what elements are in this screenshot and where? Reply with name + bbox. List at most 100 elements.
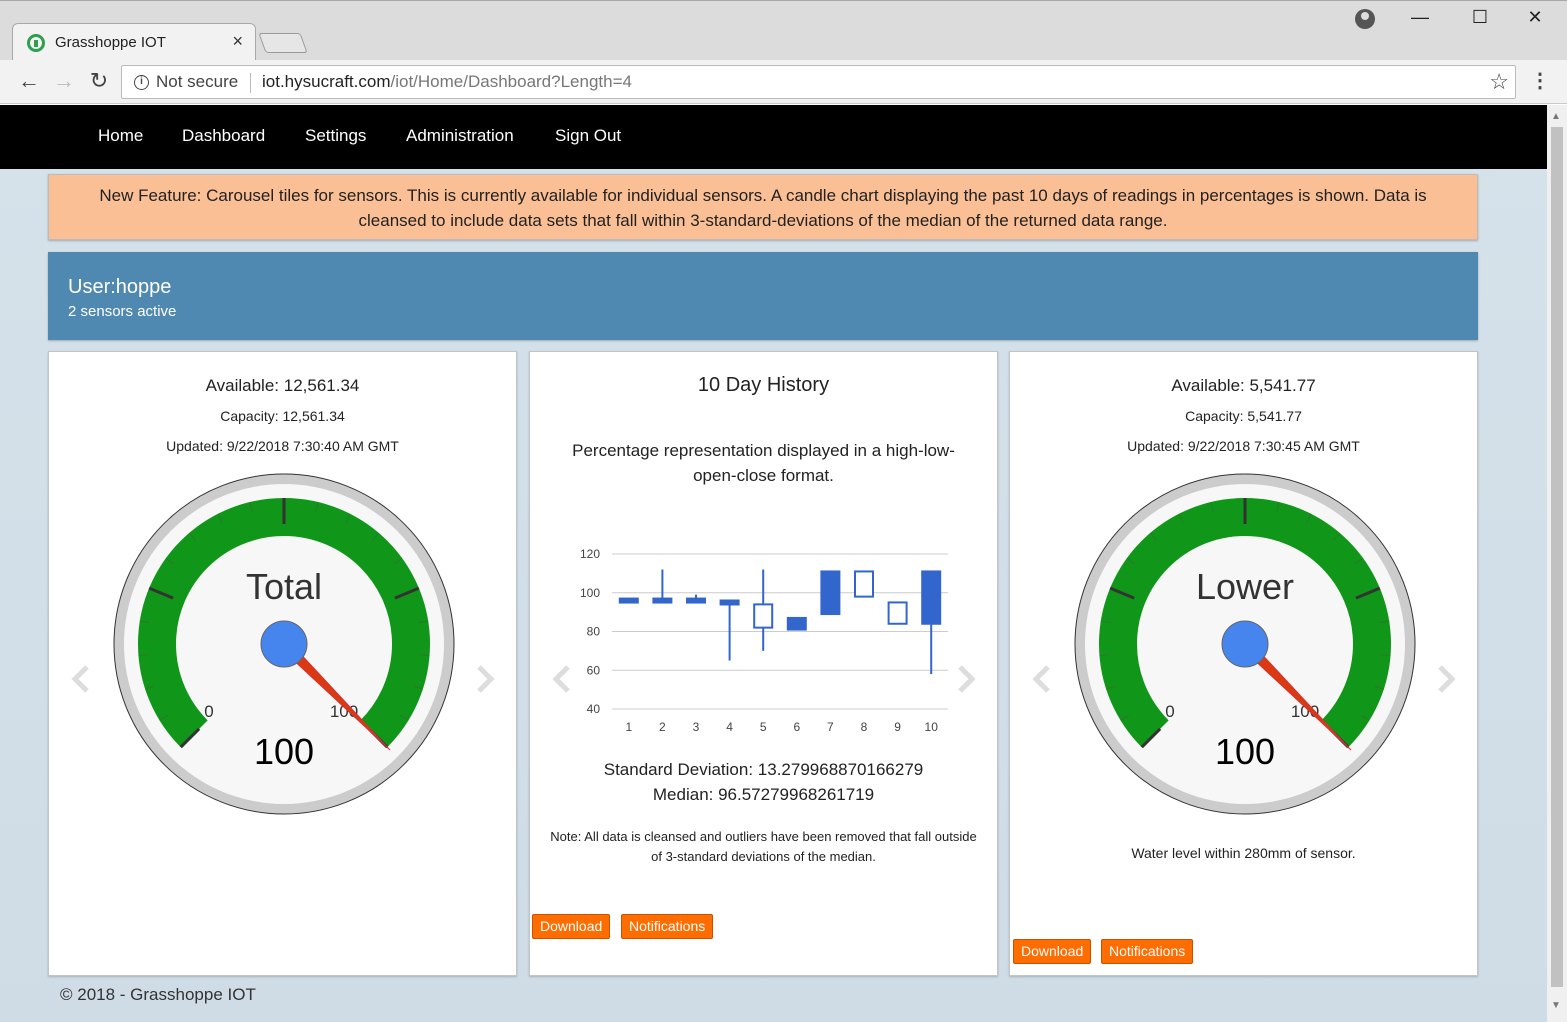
browser-menu-icon[interactable]: ⋮	[1530, 68, 1550, 93]
x-tick-label: 3	[693, 720, 700, 734]
sensor-panel-total: Available: 12,561.34 Capacity: 12,561.34…	[48, 351, 517, 976]
browser-titlebar: Grasshoppe IOT × — ☐ ✕	[0, 0, 1567, 61]
gauge-total: Total 0 100 100	[113, 473, 455, 815]
gauge-hub	[1221, 620, 1269, 668]
omnibox-divider	[250, 73, 251, 93]
y-tick-label: 40	[587, 702, 601, 716]
candle-body	[786, 616, 807, 631]
gauge-lower: Lower 0 100 100	[1074, 473, 1416, 815]
nav-home[interactable]: Home	[98, 126, 143, 146]
download-button[interactable]: Download	[532, 914, 611, 939]
footer-copyright: © 2018 - Grasshoppe IOT	[60, 985, 256, 1004]
forward-icon[interactable]: →	[51, 69, 77, 93]
tab-close-icon[interactable]: ×	[232, 31, 243, 52]
capacity-text: Capacity: 12,561.34	[220, 408, 345, 424]
updated-text: Updated: 9/22/2018 7:30:45 AM GMT	[1127, 438, 1360, 454]
page-content: Home Dashboard Settings Administration S…	[0, 105, 1547, 1022]
candle-body	[921, 570, 942, 625]
gauge-hub	[260, 620, 308, 668]
water-level-note: Water level within 280mm of sensor.	[1131, 845, 1356, 861]
x-tick-label: 1	[625, 720, 632, 734]
updated-text: Updated: 9/22/2018 7:30:40 AM GMT	[166, 438, 399, 454]
candle-body	[887, 601, 908, 625]
nav-administration[interactable]: Administration	[406, 126, 514, 146]
history-panel: 10 Day History Percentage representation…	[529, 351, 998, 976]
history-title: 10 Day History	[697, 374, 830, 396]
profile-icon[interactable]	[1355, 9, 1375, 29]
address-bar[interactable]: i Not secure iot.hysucraft.com/iot/Home/…	[121, 65, 1516, 99]
minimize-icon[interactable]: —	[1400, 7, 1440, 28]
candle-body	[854, 570, 874, 598]
nav-sign-out[interactable]: Sign Out	[555, 126, 621, 146]
gauge-min-label: 0	[1165, 702, 1174, 721]
info-icon[interactable]: i	[134, 75, 149, 90]
sensor-panel-lower: Available: 5,541.77 Capacity: 5,541.77 U…	[1009, 351, 1478, 976]
maximize-icon[interactable]: ☐	[1460, 7, 1500, 28]
x-tick-label: 7	[827, 720, 834, 734]
y-tick-label: 80	[587, 625, 601, 639]
candle-body	[618, 597, 639, 604]
y-tick-label: 100	[580, 586, 600, 600]
browser-toolbar: ← → ↻ i Not secure iot.hysucraft.com/iot…	[0, 60, 1567, 104]
sensor-count: 2 sensors active	[68, 303, 177, 320]
gauge-label: Lower	[1196, 566, 1294, 607]
carousel-next-icon[interactable]	[1436, 665, 1456, 693]
x-tick-label: 9	[894, 720, 901, 734]
gauge-value: 100	[254, 731, 314, 772]
gauge-value: 100	[1215, 731, 1275, 772]
back-icon[interactable]: ←	[16, 69, 42, 93]
x-tick-label: 5	[760, 720, 767, 734]
median-text: Median: 96.57279968261719	[652, 785, 875, 804]
scroll-down-icon[interactable]: ▼	[1551, 1000, 1561, 1011]
security-label[interactable]: Not secure	[156, 72, 238, 92]
download-button[interactable]: Download	[1013, 939, 1092, 964]
carousel-next-icon[interactable]	[956, 665, 976, 693]
user-banner: User:hoppe 2 sensors active	[48, 252, 1478, 340]
url-host: iot.hysucraft.com	[262, 72, 391, 91]
available-text: Available: 12,561.34	[205, 376, 360, 395]
nav-dashboard[interactable]: Dashboard	[182, 126, 265, 146]
x-tick-label: 10	[925, 720, 939, 734]
candle-body	[719, 599, 740, 606]
page-scrollbar[interactable]: ▲ ▼	[1547, 105, 1567, 1022]
bookmark-star-icon[interactable]: ☆	[1489, 69, 1509, 95]
new-tab-button[interactable]	[258, 33, 308, 53]
nav-settings[interactable]: Settings	[305, 126, 366, 146]
url-text[interactable]: iot.hysucraft.com/iot/Home/Dashboard?Len…	[262, 72, 632, 92]
candle-body	[652, 597, 673, 604]
carousel-prev-icon[interactable]	[1032, 665, 1052, 693]
x-tick-label: 6	[793, 720, 800, 734]
scroll-thumb[interactable]	[1551, 127, 1563, 987]
x-tick-label: 8	[861, 720, 868, 734]
scroll-up-icon[interactable]: ▲	[1551, 111, 1561, 122]
cleanse-note: Note: All data is cleansed and outliers …	[550, 829, 977, 864]
tab-title: Grasshoppe IOT	[55, 34, 166, 51]
notifications-button[interactable]: Notifications	[621, 914, 714, 939]
capacity-text: Capacity: 5,541.77	[1185, 408, 1302, 424]
available-text: Available: 5,541.77	[1171, 376, 1316, 395]
x-tick-label: 2	[659, 720, 666, 734]
carousel-next-icon[interactable]	[475, 665, 495, 693]
y-tick-label: 120	[580, 547, 600, 561]
browser-tab[interactable]: Grasshoppe IOT ×	[12, 23, 256, 61]
grasshoppe-favicon-icon	[27, 34, 45, 52]
gauge-min-label: 0	[204, 702, 213, 721]
candle-body	[820, 570, 841, 616]
user-name: User:hoppe	[68, 276, 172, 298]
carousel-prev-icon[interactable]	[552, 665, 572, 693]
candle-body	[686, 597, 706, 604]
gauge-label: Total	[246, 566, 322, 607]
candle-body	[753, 603, 774, 629]
history-description: Percentage representation displayed in a…	[572, 441, 955, 485]
window-close-icon[interactable]: ✕	[1515, 7, 1555, 28]
candlestick-chart: 40 60 80 100 120 1 2 3 4 5 6 7 8 9 10	[580, 547, 948, 734]
top-navbar: Home Dashboard Settings Administration S…	[0, 105, 1547, 169]
std-dev-text: Standard Deviation: 13.279968870166279	[603, 760, 924, 779]
y-tick-label: 60	[587, 663, 601, 677]
x-tick-label: 4	[726, 720, 733, 734]
notifications-button[interactable]: Notifications	[1101, 939, 1194, 964]
carousel-prev-icon[interactable]	[71, 665, 91, 693]
feature-alert: New Feature: Carousel tiles for sensors.…	[48, 174, 1478, 240]
reload-icon[interactable]: ↻	[86, 69, 112, 93]
url-path: /iot/Home/Dashboard?Length=4	[390, 72, 632, 91]
